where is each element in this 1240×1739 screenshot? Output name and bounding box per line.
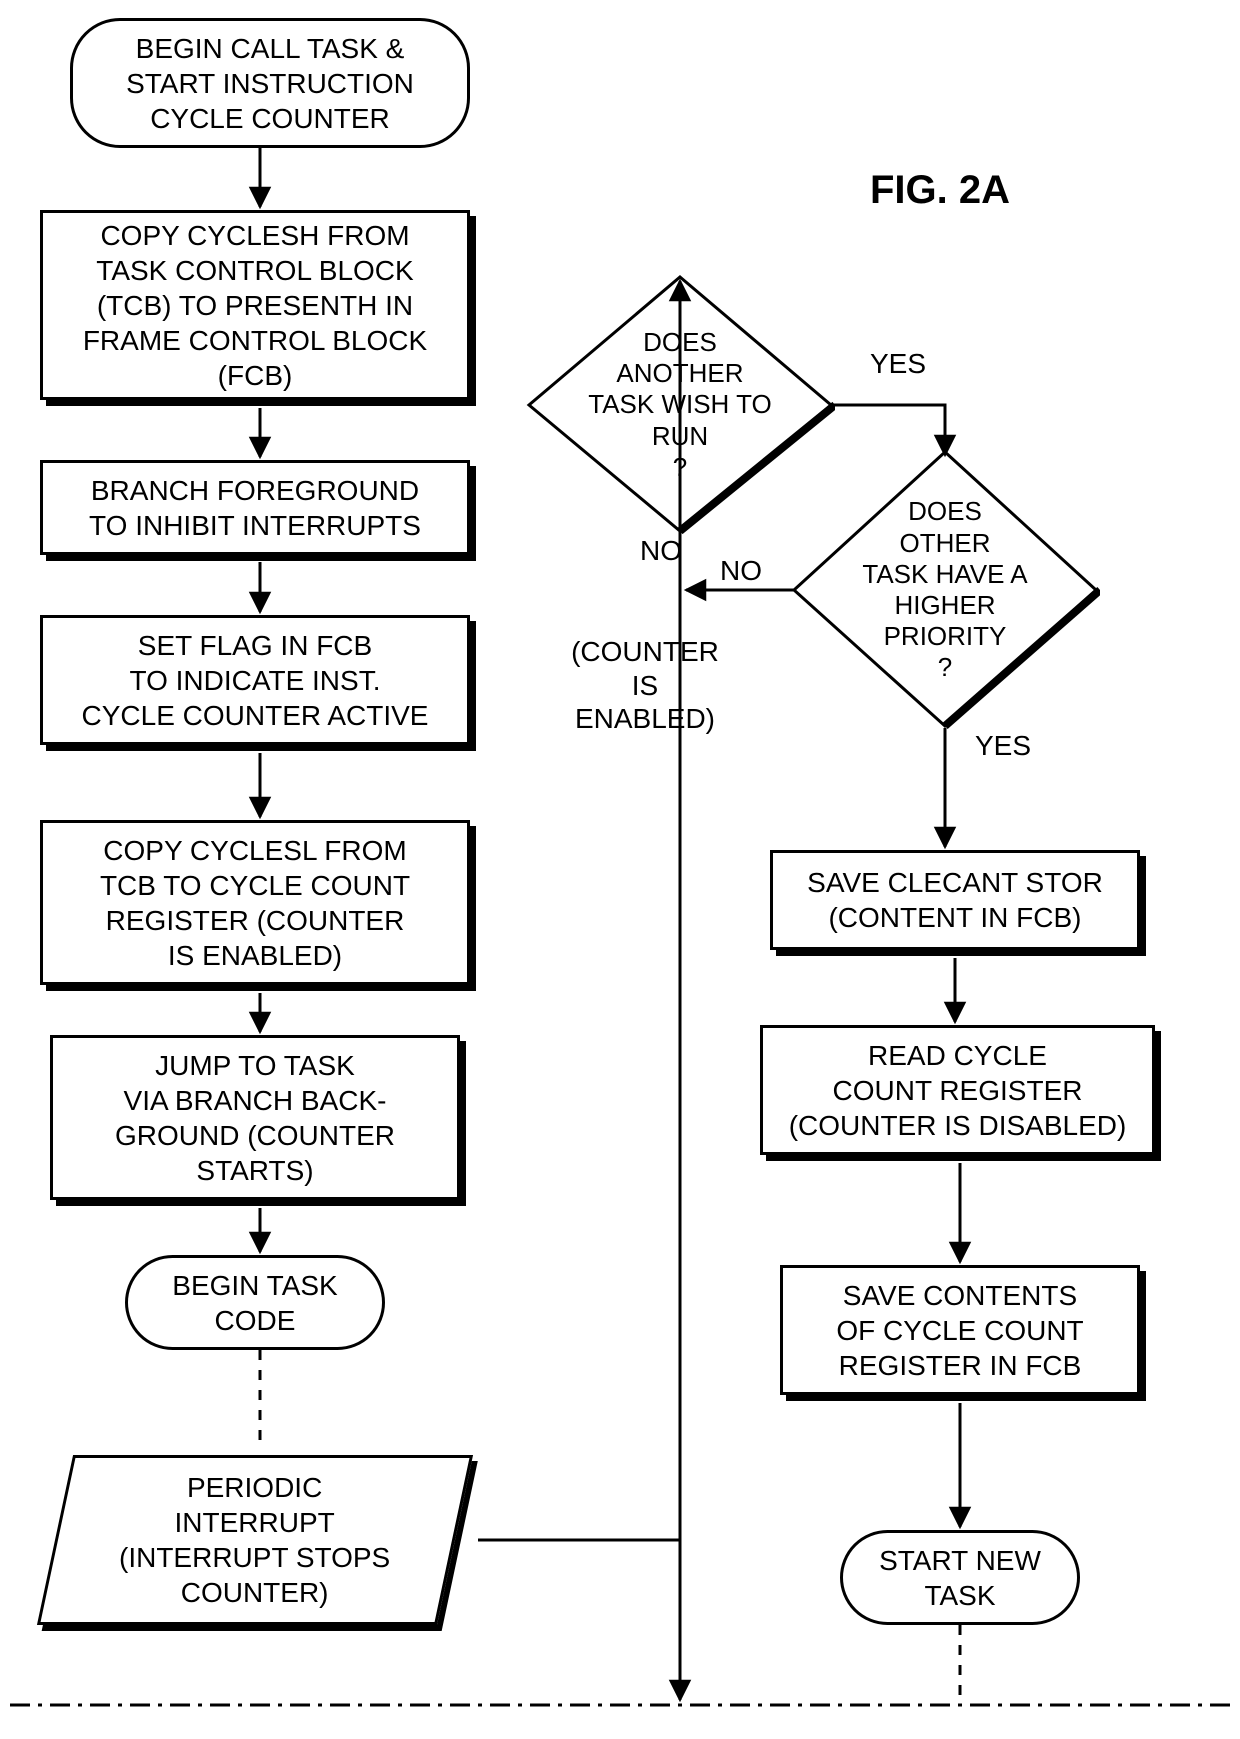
process-set-flag: SET FLAG IN FCB TO INDICATE INST. CYCLE … xyxy=(40,615,470,745)
terminator-start-new: START NEW TASK xyxy=(840,1530,1080,1625)
process-save-clecant: SAVE CLECANT STOR (CONTENT IN FCB) xyxy=(770,850,1140,950)
process-copy-cyclesh: COPY CYCLESH FROM TASK CONTROL BLOCK (TC… xyxy=(40,210,470,400)
decision-higher-priority: DOES OTHER TASK HAVE A HIGHER PRIORITY ? xyxy=(790,450,1100,730)
process-save-contents: SAVE CONTENTS OF CYCLE COUNT REGISTER IN… xyxy=(780,1265,1140,1395)
terminator-begin-task: BEGIN TASK CODE xyxy=(125,1255,385,1350)
process-jump-to-task: JUMP TO TASK VIA BRANCH BACK- GROUND (CO… xyxy=(50,1035,460,1200)
label-no-2: NO xyxy=(720,555,762,587)
terminator-start: BEGIN CALL TASK & START INSTRUCTION CYCL… xyxy=(70,18,470,148)
annotation-counter-enabled: (COUNTER IS ENABLED) xyxy=(560,635,730,736)
label-yes-1: YES xyxy=(870,348,926,380)
process-branch-foreground: BRANCH FOREGROUND TO INHIBIT INTERRUPTS xyxy=(40,460,470,555)
io-periodic-interrupt: PERIODIC INTERRUPT (INTERRUPT STOPS COUN… xyxy=(37,1455,473,1625)
decision-another-task: DOES ANOTHER TASK WISH TO RUN ? xyxy=(525,275,835,535)
process-read-cycle-count: READ CYCLE COUNT REGISTER (COUNTER IS DI… xyxy=(760,1025,1155,1155)
figure-title: FIG. 2A xyxy=(870,168,1010,213)
process-copy-cyclesl: COPY CYCLESL FROM TCB TO CYCLE COUNT REG… xyxy=(40,820,470,985)
label-yes-2: YES xyxy=(975,730,1031,762)
flowchart-canvas: FIG. 2A BEGIN CALL TASK & START INSTRUCT… xyxy=(0,0,1240,1739)
label-no-1: NO xyxy=(640,535,682,567)
